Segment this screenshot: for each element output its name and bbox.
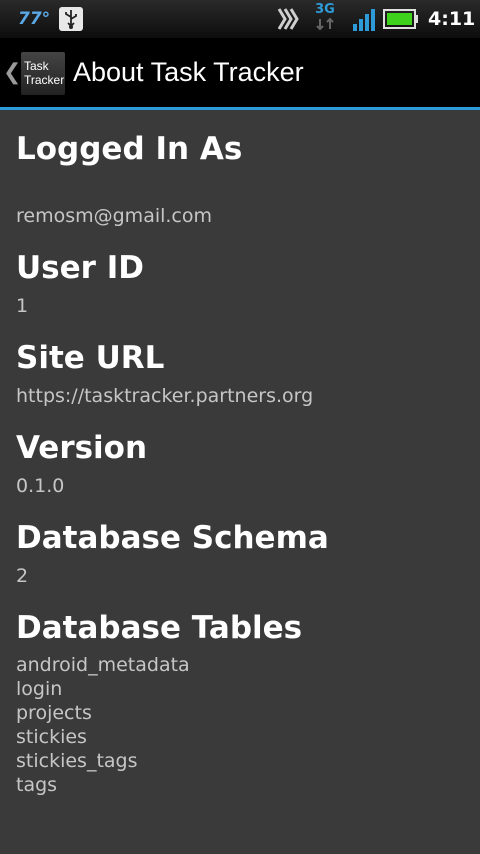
signal-bars-icon bbox=[353, 9, 375, 31]
signal-arrows-icon bbox=[277, 8, 299, 30]
usb-icon bbox=[59, 7, 83, 31]
back-chevron-icon[interactable]: ❮ bbox=[3, 60, 21, 85]
app-icon-line1: Task bbox=[24, 59, 49, 73]
battery-icon bbox=[383, 9, 418, 29]
temperature-text: 77° bbox=[18, 9, 51, 29]
logged-in-value: remosm@gmail.com bbox=[16, 205, 213, 227]
clock-text: 4:11 bbox=[428, 8, 476, 30]
site-url-value: https://tasktracker.partners.org bbox=[16, 385, 314, 407]
table-list-item: login bbox=[16, 678, 63, 700]
table-list-item: tags bbox=[16, 774, 58, 796]
version-value: 0.1.0 bbox=[16, 475, 65, 497]
app-icon[interactable]: Task Tracker bbox=[21, 52, 65, 95]
database-schema-heading: Database Schema bbox=[16, 520, 329, 556]
user-id-heading: User ID bbox=[16, 250, 144, 286]
database-schema-value: 2 bbox=[16, 565, 29, 587]
page-title: About Task Tracker bbox=[73, 57, 304, 87]
table-list-item: stickies_tags bbox=[16, 750, 138, 772]
app-icon-line2: Tracker bbox=[24, 73, 65, 87]
table-list-item: android_metadata bbox=[16, 654, 190, 676]
network-type-text: 3G bbox=[315, 2, 335, 17]
table-list-item: stickies bbox=[16, 726, 87, 748]
status-bar: 77° 3G 4:11 bbox=[0, 0, 480, 38]
table-list-item: projects bbox=[16, 702, 92, 724]
user-id-value: 1 bbox=[16, 295, 29, 317]
site-url-heading: Site URL bbox=[16, 340, 165, 376]
version-heading: Version bbox=[16, 430, 148, 466]
action-bar: ❮ Task Tracker About Task Tracker bbox=[0, 38, 480, 110]
network-activity-icon bbox=[316, 17, 334, 31]
database-tables-heading: Database Tables bbox=[16, 610, 303, 646]
logged-in-heading: Logged In As bbox=[16, 131, 243, 167]
